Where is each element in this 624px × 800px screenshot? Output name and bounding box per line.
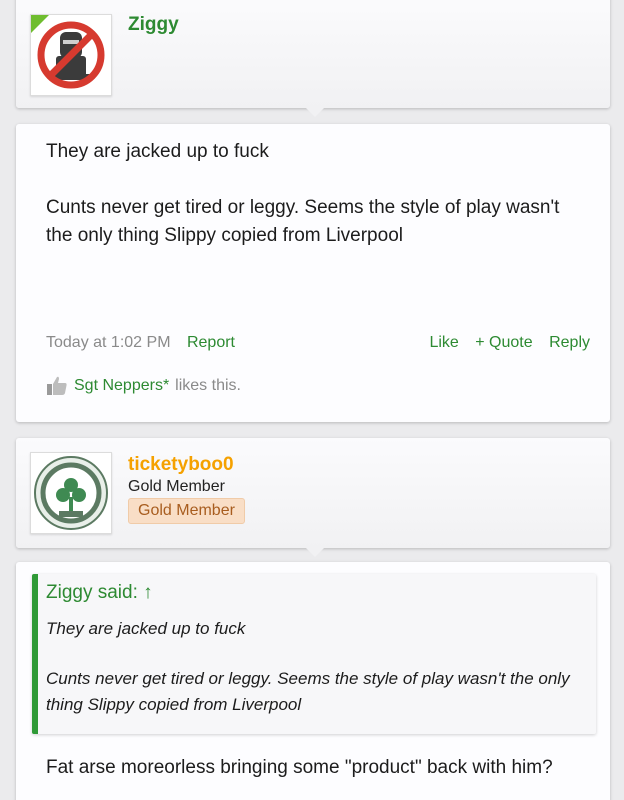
message-line: They are jacked up to fuck: [46, 141, 269, 162]
online-indicator: [31, 15, 49, 33]
avatar[interactable]: [30, 14, 112, 96]
message-text: They are jacked up to fuck Cunts never g…: [46, 138, 590, 250]
post-message-card: They are jacked up to fuck Cunts never g…: [16, 124, 610, 422]
thumbs-up-icon: [47, 376, 67, 395]
card-pointer: [306, 108, 324, 117]
likes-suffix: likes this.: [175, 377, 241, 394]
quote-author-link[interactable]: Ziggy said: ↑: [46, 582, 153, 604]
user-title: Gold Member: [128, 478, 225, 495]
avatar[interactable]: [30, 452, 112, 534]
message-text: Fat arse moreorless bringing some "produ…: [46, 757, 553, 778]
message-line: Cunts never get tired or leggy. Seems th…: [46, 197, 560, 246]
message-footer: Today at 1:02 PM Report Like + Quote Rep…: [46, 334, 590, 352]
quote-block: Ziggy said: ↑ They are jacked up to fuck…: [32, 574, 596, 734]
quote-line: Cunts never get tired or leggy. Seems th…: [46, 669, 570, 714]
card-pointer: [306, 548, 324, 557]
post-author-card: ticketyboo0 Gold Member Gold Member: [16, 438, 610, 557]
quote-line: They are jacked up to fuck: [46, 619, 246, 638]
report-link[interactable]: Report: [187, 334, 235, 351]
like-link[interactable]: Like: [429, 334, 458, 351]
user-badge: Gold Member: [128, 498, 245, 524]
post-author-card: Ziggy: [16, 0, 610, 117]
post-message-card: Ziggy said: ↑ They are jacked up to fuck…: [16, 562, 610, 800]
likes-summary: Sgt Neppers* likes this.: [46, 376, 241, 396]
likes-user-link[interactable]: Sgt Neppers*: [74, 377, 169, 395]
celtic-crest-icon: [34, 456, 108, 530]
username[interactable]: Ziggy: [128, 14, 179, 36]
timestamp[interactable]: Today at 1:02 PM: [46, 334, 171, 351]
reply-link[interactable]: Reply: [549, 334, 590, 351]
quote-link[interactable]: + Quote: [475, 334, 532, 351]
username[interactable]: ticketyboo0: [128, 454, 234, 476]
